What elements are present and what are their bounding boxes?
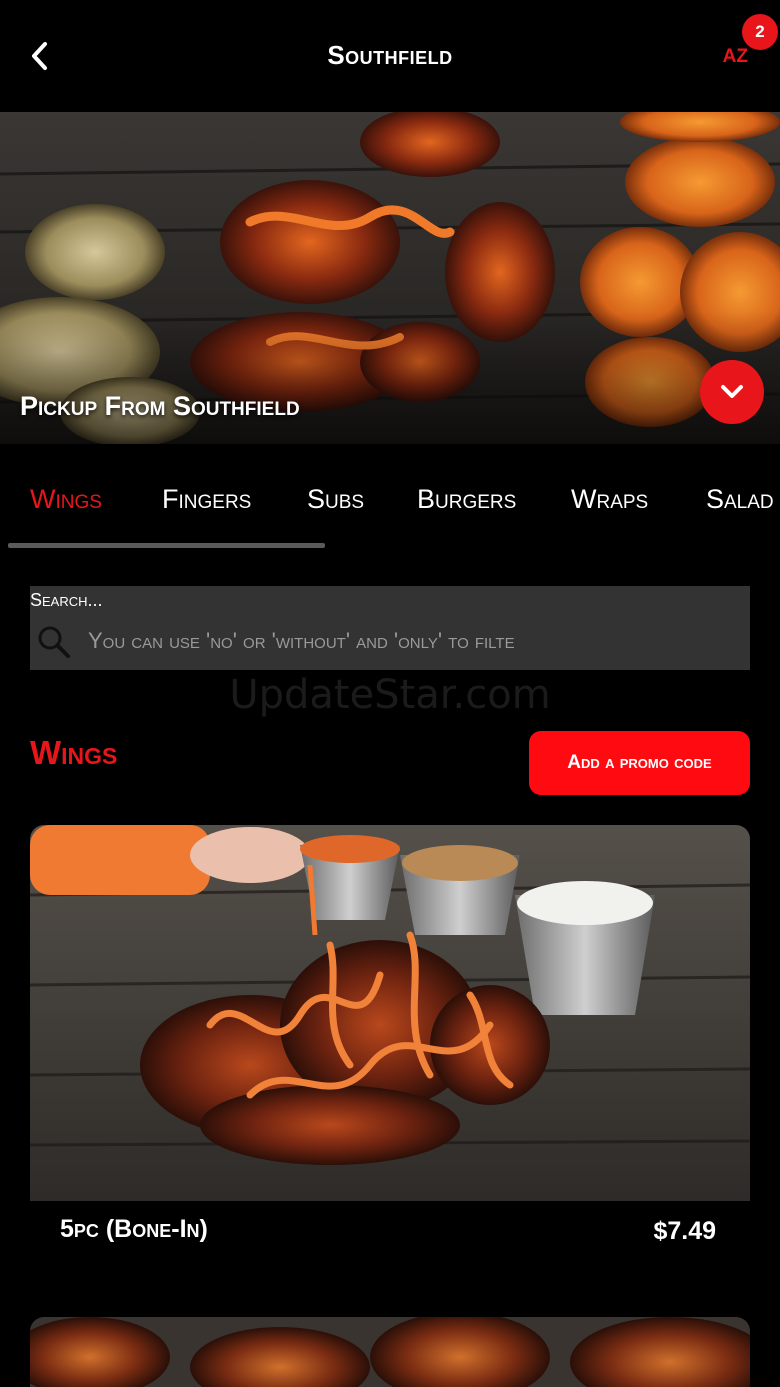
search-label: Search... — [30, 590, 103, 610]
menu-item-price: $7.49 — [653, 1217, 716, 1245]
tab-fingers[interactable]: Fingers — [162, 484, 251, 515]
tab-subs[interactable]: Subs — [307, 484, 364, 515]
tab-wraps[interactable]: Wraps — [571, 484, 648, 515]
tab-salad[interactable]: Salad — [706, 484, 774, 515]
search-input[interactable] — [88, 620, 738, 662]
menu-item-card[interactable]: 5pc (Bone-In) $7.49 — [30, 825, 750, 1255]
menu-item-image-next — [30, 1317, 750, 1387]
menu-item-name: 5pc (Bone-In) — [60, 1215, 208, 1243]
wings-photo — [30, 825, 750, 1201]
menu-item-card-next[interactable] — [30, 1317, 750, 1387]
tab-scroll-indicator — [8, 543, 325, 548]
tab-wings[interactable]: Wings — [30, 484, 102, 515]
location-toggle-button[interactable] — [700, 360, 764, 424]
watermark-text: UpdateStar.com — [229, 672, 551, 718]
app-header: Southfield AZ 2 — [0, 0, 780, 112]
chevron-down-icon — [721, 385, 743, 398]
search-box: Search... — [30, 586, 750, 670]
cart-count-badge[interactable]: 2 — [742, 14, 778, 50]
add-promo-code-button[interactable]: Add a promo code — [529, 731, 750, 795]
menu-item-image — [30, 825, 750, 1201]
user-initials[interactable]: AZ — [723, 46, 748, 68]
tab-burgers[interactable]: Burgers — [417, 484, 516, 515]
search-icon — [38, 626, 70, 658]
hero-banner: Pickup From Southfield — [0, 112, 780, 444]
pickup-location-label: Pickup From Southfield — [20, 391, 300, 421]
page-title: Southfield — [327, 40, 453, 70]
section-title: Wings — [30, 734, 118, 771]
category-tabs: Wings Fingers Subs Burgers Wraps Salad — [0, 444, 780, 552]
